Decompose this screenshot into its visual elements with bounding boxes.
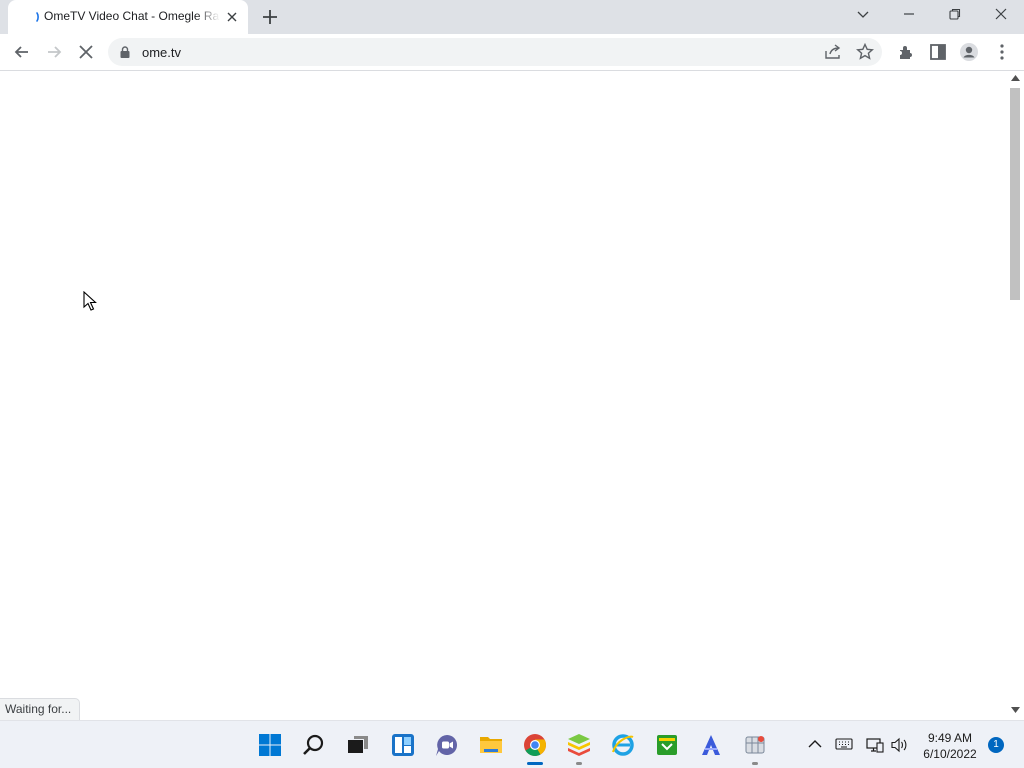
address-bar[interactable]: ome.tv (108, 38, 882, 66)
widgets-icon[interactable] (391, 733, 415, 757)
vector-app-icon[interactable] (699, 733, 723, 757)
show-hidden-icons-icon[interactable] (808, 737, 822, 751)
tab-title: OmeTV Video Chat - Omegle Random Chat Al… (44, 9, 220, 23)
network-app-icon[interactable] (743, 733, 767, 757)
favicon-icon (36, 12, 39, 22)
keyboard-icon[interactable] (835, 737, 853, 751)
browser-toolbar: ome.tv (0, 34, 1024, 71)
chrome-icon[interactable] (523, 733, 547, 757)
page-viewport[interactable] (0, 71, 1007, 720)
share-icon[interactable] (824, 44, 842, 60)
profile-icon[interactable] (959, 42, 979, 62)
status-bubble: Waiting for... (0, 698, 81, 720)
green-app-icon[interactable] (655, 733, 679, 757)
taskbar-clock[interactable]: 9:49 AM 6/10/2022 (918, 730, 982, 762)
url-text[interactable]: ome.tv (142, 45, 181, 60)
volume-icon[interactable] (891, 737, 909, 753)
menu-icon[interactable] (992, 42, 1012, 62)
bookmark-star-icon[interactable] (856, 43, 874, 61)
windows-taskbar: 9:49 AM 6/10/2022 1 (0, 720, 1024, 768)
tab-close-icon[interactable] (224, 9, 240, 25)
close-window-icon (995, 8, 1007, 20)
minimize-icon (904, 13, 914, 15)
restore-button[interactable] (932, 0, 978, 30)
search-icon[interactable] (302, 733, 326, 757)
new-tab-icon[interactable] (259, 6, 281, 28)
network-icon[interactable] (866, 737, 884, 753)
file-explorer-icon[interactable] (479, 733, 503, 757)
stop-icon[interactable] (76, 42, 96, 62)
lock-icon[interactable] (120, 46, 130, 58)
clock-time: 9:49 AM (927, 731, 973, 745)
minimize-button[interactable] (886, 0, 932, 30)
task-view-icon[interactable] (346, 733, 370, 757)
notification-badge[interactable]: 1 (988, 737, 1004, 753)
bluestacks-running-indicator (576, 762, 582, 765)
tab-strip: OmeTV Video Chat - Omegle Random Chat Al… (0, 0, 1024, 34)
network-app-running-indicator (752, 762, 758, 765)
start-icon[interactable] (258, 733, 282, 757)
tab-search-icon (857, 11, 869, 18)
bluestacks-icon[interactable] (567, 733, 591, 757)
back-icon[interactable] (12, 42, 32, 62)
mouse-cursor-icon (83, 291, 97, 311)
scroll-up-icon[interactable] (1011, 75, 1020, 81)
restore-icon (949, 8, 961, 20)
clock-date: 6/10/2022 (923, 747, 977, 761)
chrome-active-indicator (527, 762, 543, 765)
internet-explorer-icon[interactable] (611, 733, 635, 757)
extensions-icon[interactable] (896, 42, 916, 62)
chat-icon[interactable] (435, 733, 459, 757)
forward-icon[interactable] (44, 42, 64, 62)
tab-search-button[interactable] (840, 0, 886, 30)
scrollbar-thumb[interactable] (1010, 88, 1020, 300)
browser-tab[interactable]: OmeTV Video Chat - Omegle Random Chat Al… (8, 0, 248, 34)
side-panel-icon[interactable] (928, 42, 948, 62)
scroll-down-icon[interactable] (1011, 707, 1020, 713)
vertical-scrollbar[interactable] (1007, 71, 1024, 720)
close-window-button[interactable] (978, 0, 1024, 30)
